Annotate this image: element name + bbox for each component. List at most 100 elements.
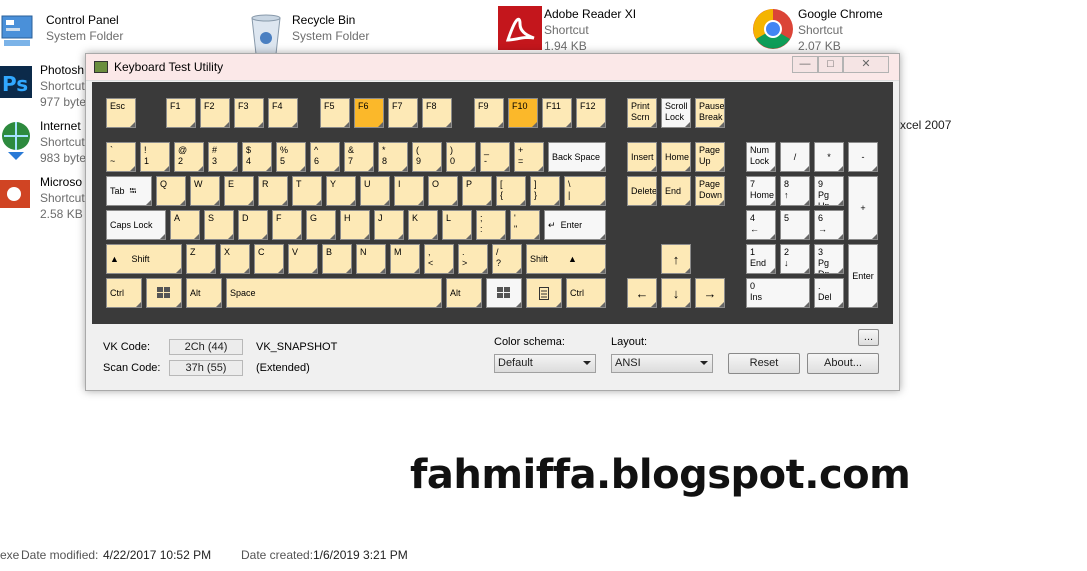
key-f9[interactable]: F9	[474, 98, 504, 128]
key-o[interactable]: O	[428, 176, 458, 206]
key-backspace[interactable]: Back Space	[548, 142, 606, 172]
key-arrow-up[interactable]: ↑	[661, 244, 691, 274]
key-arrow-right[interactable]: →	[695, 278, 725, 308]
title-bar[interactable]: Keyboard Test Utility — □ ✕	[86, 54, 899, 81]
key-right-ctrl[interactable]: Ctrl	[566, 278, 606, 308]
key-h[interactable]: H	[340, 210, 370, 240]
key-num-4[interactable]: 4 ←	[746, 210, 776, 240]
key-d[interactable]: D	[238, 210, 268, 240]
close-button[interactable]: ✕	[843, 56, 889, 73]
desktop-icon-recycle-bin[interactable]: Recycle Bin System Folder	[246, 12, 369, 56]
key-f4[interactable]: F4	[268, 98, 298, 128]
key-num-subtract[interactable]: -	[848, 142, 878, 172]
reset-button[interactable]: Reset	[728, 353, 800, 374]
key-v[interactable]: V	[288, 244, 318, 274]
key-s[interactable]: S	[204, 210, 234, 240]
key-f[interactable]: F	[272, 210, 302, 240]
key-home[interactable]: Home	[661, 142, 691, 172]
key-arrow-down[interactable]: ↓	[661, 278, 691, 308]
desktop-icon-photoshop[interactable]: Ps Photosh Shortcut 977 byte	[0, 62, 86, 110]
key-num-multiply[interactable]: *	[814, 142, 844, 172]
key-left-bracket[interactable]: [{	[496, 176, 526, 206]
key-menu[interactable]	[526, 278, 562, 308]
key-c[interactable]: C	[254, 244, 284, 274]
key-f1[interactable]: F1	[166, 98, 196, 128]
maximize-button[interactable]: □	[818, 56, 843, 73]
key-5[interactable]: % 5	[276, 142, 306, 172]
desktop-icon-google-chrome[interactable]: Google Chrome Shortcut 2.07 KB	[752, 6, 883, 54]
key-pause-break[interactable]: Pause Break	[695, 98, 725, 128]
key-num-0[interactable]: 0 Ins	[746, 278, 810, 308]
key-quote[interactable]: ' "	[510, 210, 540, 240]
key-f11[interactable]: F11	[542, 98, 572, 128]
key-x[interactable]: X	[220, 244, 250, 274]
key-caps-lock[interactable]: Caps Lock	[106, 210, 166, 240]
minimize-button[interactable]: —	[792, 56, 818, 73]
key-p[interactable]: P	[462, 176, 492, 206]
key-arrow-left[interactable]: ←	[627, 278, 657, 308]
key-f2[interactable]: F2	[200, 98, 230, 128]
key-num-divide[interactable]: /	[780, 142, 810, 172]
key-backslash[interactable]: \ |	[564, 176, 606, 206]
more-button[interactable]: ...	[858, 329, 879, 346]
color-schema-select[interactable]: Default	[494, 354, 596, 373]
key-num-enter[interactable]: Enter	[848, 244, 878, 308]
key-t[interactable]: T	[292, 176, 322, 206]
key-e[interactable]: E	[224, 176, 254, 206]
key-u[interactable]: U	[360, 176, 390, 206]
key-2[interactable]: @2	[174, 142, 204, 172]
desktop-icon-control-panel[interactable]: Control Panel System Folder	[0, 12, 123, 56]
key-num-2[interactable]: 2 ↓	[780, 244, 810, 274]
key-9[interactable]: (9	[412, 142, 442, 172]
key-delete[interactable]: Delete	[627, 176, 657, 206]
key-m[interactable]: M	[390, 244, 420, 274]
key-tab[interactable]: Tab ⭾	[106, 176, 152, 206]
key-8[interactable]: * 8	[378, 142, 408, 172]
key-print-screen[interactable]: Print Scrn	[627, 98, 657, 128]
key-left-win[interactable]	[146, 278, 182, 308]
key-f6[interactable]: F6	[354, 98, 384, 128]
key-left-shift[interactable]: ▲ Shift	[106, 244, 182, 274]
key-right-win[interactable]	[486, 278, 522, 308]
key-right-shift[interactable]: Shift ▲	[526, 244, 606, 274]
key-6[interactable]: ^ 6	[310, 142, 340, 172]
key-semicolon[interactable]: ;:	[476, 210, 506, 240]
desktop-icon-microsoft[interactable]: Microso Shortcut 2.58 KB	[0, 174, 85, 222]
key-backtick[interactable]: ` ~	[106, 142, 136, 172]
key-i[interactable]: I	[394, 176, 424, 206]
key-period[interactable]: . >	[458, 244, 488, 274]
layout-select[interactable]: ANSI	[611, 354, 713, 373]
key-q[interactable]: Q	[156, 176, 186, 206]
key-num-3[interactable]: 3 Pg Dn	[814, 244, 844, 274]
key-right-bracket[interactable]: ]}	[530, 176, 560, 206]
about-button[interactable]: About...	[807, 353, 879, 374]
key-num-7[interactable]: 7 Home	[746, 176, 776, 206]
key-l[interactable]: L	[442, 210, 472, 240]
key-num-add[interactable]: +	[848, 176, 878, 240]
key-page-up[interactable]: Page Up	[695, 142, 725, 172]
desktop-icon-adobe-reader[interactable]: Adobe Reader XI Shortcut 1.94 KB	[498, 6, 636, 54]
key-num-9[interactable]: 9 Pg Up	[814, 176, 844, 206]
key-1[interactable]: ! 1	[140, 142, 170, 172]
key-b[interactable]: B	[322, 244, 352, 274]
key-page-down[interactable]: Page Down	[695, 176, 725, 206]
key-num-6[interactable]: 6 →	[814, 210, 844, 240]
key-left-alt[interactable]: Alt	[186, 278, 222, 308]
key-space[interactable]: Space	[226, 278, 442, 308]
key-f8[interactable]: F8	[422, 98, 452, 128]
key-7[interactable]: & 7	[344, 142, 374, 172]
key-f10[interactable]: F10	[508, 98, 538, 128]
key-esc[interactable]: Esc	[106, 98, 136, 128]
key-r[interactable]: R	[258, 176, 288, 206]
key-num-lock[interactable]: Num Lock	[746, 142, 776, 172]
key-f12[interactable]: F12	[576, 98, 606, 128]
key-z[interactable]: Z	[186, 244, 216, 274]
key-y[interactable]: Y	[326, 176, 356, 206]
key-0[interactable]: ) 0	[446, 142, 476, 172]
key-left-ctrl[interactable]: Ctrl	[106, 278, 142, 308]
key-comma[interactable]: , <	[424, 244, 454, 274]
key-insert[interactable]: Insert	[627, 142, 657, 172]
key-f7[interactable]: F7	[388, 98, 418, 128]
key-num-5[interactable]: 5	[780, 210, 810, 240]
key-scroll-lock[interactable]: Scroll Lock	[661, 98, 691, 128]
